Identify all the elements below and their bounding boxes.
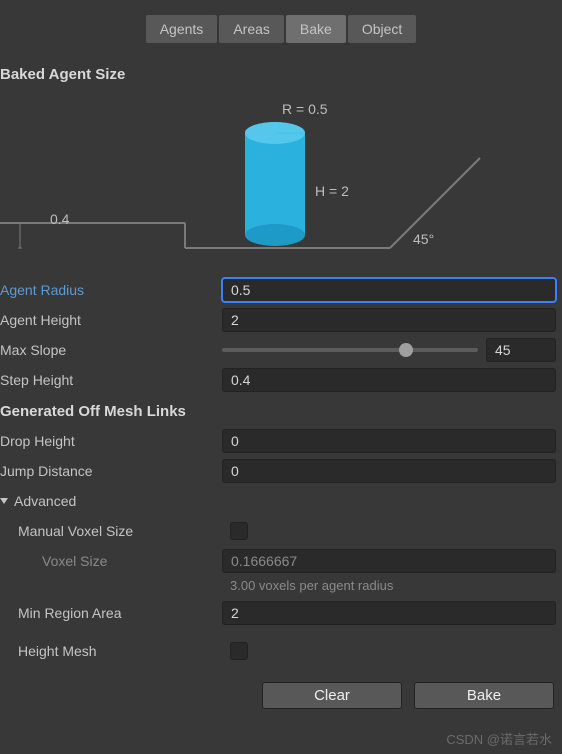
height-mesh-checkbox[interactable]	[230, 642, 248, 660]
agent-diagram: R = 0.5 H = 2 0.4 45°	[0, 93, 562, 263]
drop-height-input[interactable]	[222, 429, 556, 453]
tab-bake[interactable]: Bake	[286, 15, 346, 43]
step-height-input[interactable]	[222, 368, 556, 392]
advanced-foldout[interactable]: Advanced	[0, 486, 562, 516]
max-slope-slider[interactable]	[222, 348, 478, 352]
voxel-size-input[interactable]	[222, 549, 556, 573]
agent-height-input[interactable]	[222, 308, 556, 332]
advanced-label: Advanced	[14, 493, 76, 509]
manual-voxel-checkbox[interactable]	[230, 522, 248, 540]
diagram-slope-label: 45°	[413, 231, 434, 247]
diagram-step-label: 0.4	[50, 211, 69, 227]
manual-voxel-label: Manual Voxel Size	[0, 523, 222, 539]
max-slope-value[interactable]	[486, 338, 556, 362]
tab-agents[interactable]: Agents	[146, 15, 218, 43]
slider-thumb[interactable]	[399, 343, 413, 357]
agent-radius-input[interactable]	[222, 278, 556, 302]
min-region-label: Min Region Area	[0, 605, 222, 621]
agent-height-label: Agent Height	[0, 312, 222, 328]
bake-button[interactable]: Bake	[414, 682, 554, 709]
diagram-height-label: H = 2	[315, 183, 349, 199]
drop-height-label: Drop Height	[0, 433, 222, 449]
baked-agent-size-header: Baked Agent Size	[0, 58, 562, 89]
watermark: CSDN @诺言若水	[446, 729, 552, 748]
max-slope-label: Max Slope	[0, 342, 222, 358]
offmesh-header: Generated Off Mesh Links	[0, 395, 562, 426]
height-mesh-label: Height Mesh	[0, 643, 222, 659]
tab-areas[interactable]: Areas	[219, 15, 284, 43]
jump-distance-label: Jump Distance	[0, 463, 222, 479]
voxel-helper-text: 3.00 voxels per agent radius	[0, 576, 562, 598]
tab-object[interactable]: Object	[348, 15, 416, 43]
jump-distance-input[interactable]	[222, 459, 556, 483]
chevron-down-icon	[0, 498, 8, 504]
agent-radius-label: Agent Radius	[0, 282, 222, 298]
voxel-size-label: Voxel Size	[0, 553, 222, 569]
min-region-input[interactable]	[222, 601, 556, 625]
step-height-label: Step Height	[0, 372, 222, 388]
tab-bar: Agents Areas Bake Object	[0, 0, 562, 58]
diagram-radius-label: R = 0.5	[282, 101, 328, 117]
clear-button[interactable]: Clear	[262, 682, 402, 709]
